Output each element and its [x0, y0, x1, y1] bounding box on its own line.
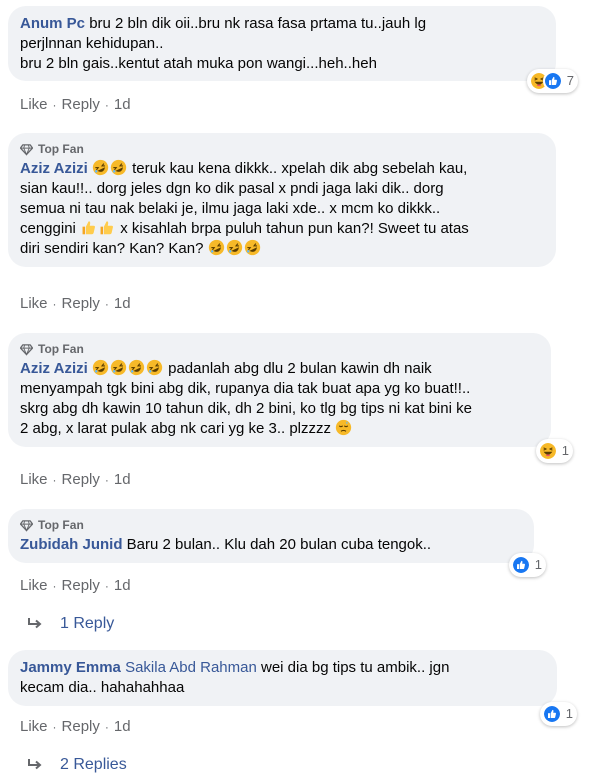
reaction-count: 1: [565, 706, 573, 721]
thumbs-up-emoji-icon: [80, 219, 97, 236]
reply-link[interactable]: Reply: [62, 718, 100, 735]
rofl-emoji-icon: [244, 239, 261, 256]
like-link[interactable]: Like: [20, 471, 48, 488]
comment-text: diri sendiri kan? Kan? Kan?: [20, 240, 204, 257]
comment-text: kecam dia.. hahahahhaa: [20, 679, 185, 696]
comment-text: wei dia bg tips tu ambik.. jgn: [261, 659, 450, 676]
comment-bubble: Jammy Emma Sakila Abd Rahman wei dia bg …: [8, 650, 577, 726]
rofl-emoji-icon: [92, 359, 109, 376]
replies-count-label[interactable]: 1 Reply: [60, 615, 114, 633]
reply-link[interactable]: Reply: [62, 471, 100, 488]
comment-bubble: Top Fan Zubidah Junid Baru 2 bulan.. Klu…: [8, 509, 546, 577]
reaction-summary[interactable]: 7: [526, 69, 578, 93]
comment-actions: Like · Reply · 1d: [20, 295, 131, 312]
tired-face-emoji-icon: [335, 419, 352, 436]
rofl-emoji-icon: [146, 359, 163, 376]
comment-text: cenggini: [20, 220, 76, 237]
comment-text: sian kau!!.. dorg jeles dgn ko dik pasal…: [20, 180, 444, 197]
like-icon: [510, 555, 531, 575]
comment: Anum Pc bru 2 bln dik oii..bru nk rasa f…: [8, 6, 578, 93]
rofl-emoji-icon: [208, 239, 225, 256]
reaction-summary[interactable]: 1: [535, 439, 573, 463]
like-icon: [541, 704, 562, 724]
like-link[interactable]: Like: [20, 295, 48, 312]
reaction-summary[interactable]: 1: [508, 553, 546, 577]
comment-text: teruk kau kena dikkk.. xpelah dik abg se…: [132, 160, 468, 177]
comment-text: x kisahlah brpa puluh tahun pun kan?! Sw…: [120, 220, 469, 237]
comment-author[interactable]: Anum Pc: [20, 15, 85, 32]
like-link[interactable]: Like: [20, 577, 48, 594]
view-replies-link[interactable]: 1 Reply: [26, 615, 114, 633]
reaction-count: 1: [561, 443, 569, 458]
comment-text: perjlnnan kehidupan..: [20, 35, 164, 52]
comment: Top Fan Zubidah Junid Baru 2 bulan.. Klu…: [8, 509, 546, 577]
like-icon: [542, 71, 563, 91]
view-replies-link[interactable]: 2 Replies: [26, 756, 127, 774]
comment-actions: Like · Reply · 1d: [20, 577, 131, 594]
comment-actions: Like · Reply · 1d: [20, 96, 131, 113]
comment-actions: Like · Reply · 1d: [20, 471, 131, 488]
comment: Top Fan Aziz Azizi padanlah abg dlu 2 bu…: [8, 333, 573, 463]
comment-actions: Like · Reply · 1d: [20, 718, 131, 735]
rofl-emoji-icon: [92, 159, 109, 176]
comment-author[interactable]: Zubidah Junid: [20, 536, 123, 553]
rofl-emoji-icon: [226, 239, 243, 256]
comment-text: bru 2 bln gais..kentut atah muka pon wan…: [20, 55, 377, 72]
mention-link[interactable]: Sakila Abd Rahman: [125, 659, 257, 676]
timestamp[interactable]: 1d: [114, 295, 131, 312]
comment: Top Fan Aziz Azizi teruk kau kena dikkk.…: [8, 133, 556, 267]
reply-arrow-icon: [26, 617, 44, 631]
diamond-icon: [20, 143, 33, 156]
replies-count-label[interactable]: 2 Replies: [60, 756, 127, 774]
reaction-count: 7: [566, 73, 574, 88]
top-fan-badge: Top Fan: [20, 341, 539, 357]
rofl-emoji-icon: [128, 359, 145, 376]
reply-link[interactable]: Reply: [62, 96, 100, 113]
haha-icon: [537, 441, 558, 461]
comment-bubble: Anum Pc bru 2 bln dik oii..bru nk rasa f…: [8, 6, 578, 93]
timestamp[interactable]: 1d: [114, 471, 131, 488]
like-link[interactable]: Like: [20, 718, 48, 735]
top-fan-badge: Top Fan: [20, 517, 522, 533]
comment-author[interactable]: Aziz Azizi: [20, 360, 88, 377]
comment-text: padanlah abg dlu 2 bulan kawin dh naik: [168, 360, 432, 377]
comment-text: menyampah tgk bini abg dik, rupanya dia …: [20, 380, 471, 397]
thumbs-up-emoji-icon: [98, 219, 115, 236]
reply-arrow-icon: [26, 758, 44, 772]
reply-link[interactable]: Reply: [62, 295, 100, 312]
comment: Jammy Emma Sakila Abd Rahman wei dia bg …: [8, 650, 577, 726]
comment-text: semua ni tau nak belaki je, ilmu jaga la…: [20, 200, 441, 217]
reaction-count: 1: [534, 557, 542, 572]
comment-bubble: Top Fan Aziz Azizi padanlah abg dlu 2 bu…: [8, 333, 573, 463]
timestamp[interactable]: 1d: [114, 96, 131, 113]
reaction-summary[interactable]: 1: [539, 702, 577, 726]
comment-bubble: Top Fan Aziz Azizi teruk kau kena dikkk.…: [8, 133, 556, 267]
reply-link[interactable]: Reply: [62, 577, 100, 594]
top-fan-badge: Top Fan: [20, 141, 544, 157]
comment-author[interactable]: Jammy Emma: [20, 659, 121, 676]
like-link[interactable]: Like: [20, 96, 48, 113]
timestamp[interactable]: 1d: [114, 718, 131, 735]
rofl-emoji-icon: [110, 159, 127, 176]
diamond-icon: [20, 343, 33, 356]
comment-author[interactable]: Aziz Azizi: [20, 160, 88, 177]
rofl-emoji-icon: [110, 359, 127, 376]
timestamp[interactable]: 1d: [114, 577, 131, 594]
comment-text: Baru 2 bulan.. Klu dah 20 bulan cuba ten…: [126, 536, 432, 553]
diamond-icon: [20, 519, 33, 532]
comment-text: 2 abg, x larat pulak abg nk cari yg ke 3…: [20, 420, 331, 437]
comment-text: bru 2 bln dik oii..bru nk rasa fasa prta…: [89, 15, 427, 32]
comment-text: skrg abg dh kawin 10 tahun dik, dh 2 bin…: [20, 400, 472, 417]
